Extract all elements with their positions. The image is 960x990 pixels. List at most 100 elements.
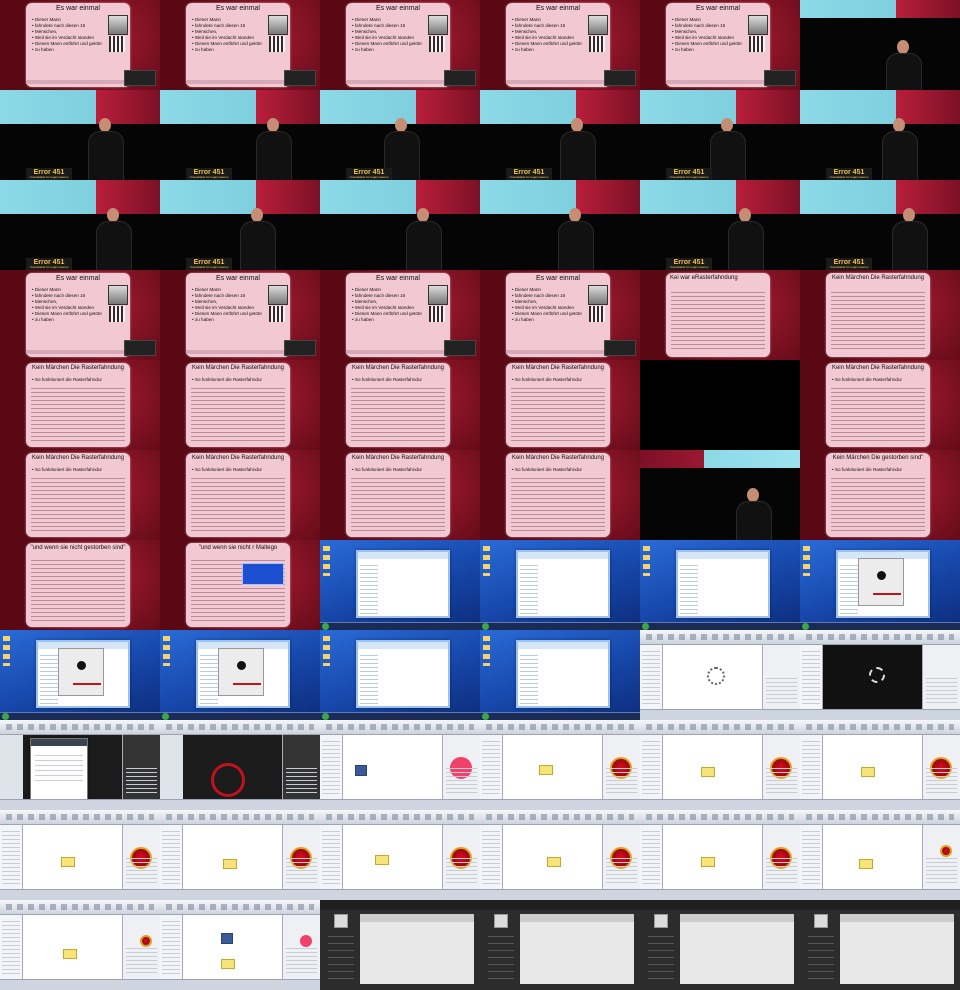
properties-panel [602,735,640,800]
thumbnail-slide-es-war-einmal[interactable]: Es war einmal Dieser Mann fahndete nach … [0,270,160,360]
thumbnail-maltego-graph[interactable] [800,720,960,810]
explorer-window [676,550,770,618]
thumbnail-maltego-graph[interactable] [640,810,800,900]
ribbon-toolbar [640,720,800,735]
desktop-icons [323,546,330,576]
thumbnail-stage-speaker[interactable]: Error 451 Unavailable for legal reasons [0,180,160,270]
thumbnail-slide-es-war-einmal[interactable]: Es war einmal Dieser Mann fahndete nach … [0,0,160,90]
thumbnail-stage-speaker[interactable] [800,0,960,90]
output-panel [640,709,800,720]
thumbnail-windows-desktop[interactable] [320,630,480,720]
thumbnail-stage-speaker[interactable]: Error 451 Unavailable for legal reasons [160,180,320,270]
thumbnail-slide-es-war-einmal[interactable]: Es war einmal Dieser Mann fahndete nach … [480,0,640,90]
thumbnail-slide-kein-maerchen[interactable]: Kein Märchen Die Rasterfahndung So funkt… [160,360,320,450]
thumbnail-slide-transition[interactable]: Kei war eRasterfahndung [640,270,800,360]
photo-grid [429,306,445,322]
slide-card: "und wenn sie nicht r Maltego [186,543,290,627]
thumbnail-profile-view[interactable] [640,900,800,990]
thumbnail-slide-kein-maerchen[interactable]: Kein Märchen Die Rasterfahndung [800,270,960,360]
thumbnail-windows-desktop[interactable] [800,540,960,630]
palette-panel [0,915,23,980]
thumbnail-maltego-popup[interactable] [0,720,160,810]
thumbnail-maltego-graph[interactable] [160,810,320,900]
thumbnail-stage-speaker[interactable]: Error 451 Unavailable for legal reasons [800,180,960,270]
bullet: zu haben [512,47,582,53]
thumbnail-maltego-graph[interactable] [0,900,160,990]
thumbnail-profile-view[interactable] [480,900,640,990]
slide-card: Es war einmal Dieser Mann fahndete nach … [506,3,610,87]
slide-title: Es war einmal [56,275,100,282]
output-panel [640,889,800,900]
bullet: zu haben [192,47,262,53]
graph-canvas [823,825,922,890]
slide-bullets: So funktioniert die Rasterfahndung [192,377,262,383]
thumbnail-slide-gestorben[interactable]: Kein Märchen Die gestorben sind" So funk… [800,450,960,540]
projection-screen [640,180,800,214]
thumbnail-windows-desktop[interactable] [320,540,480,630]
bullet: So funktioniert die Rasterfahndung [32,467,102,473]
palette-panel [800,825,823,890]
thumbnail-slide-kein-maerchen[interactable]: Kein Märchen Die Rasterfahndung So funkt… [0,360,160,450]
thumbnail-slide-kein-maerchen[interactable]: Kein Märchen Die Rasterfahndung So funkt… [480,450,640,540]
thumbnail-maltego-graph[interactable] [320,720,480,810]
properties-panel [122,825,160,890]
thumbnail-stage-speaker[interactable] [320,180,480,270]
thumbnail-maltego-graph[interactable] [640,720,800,810]
thumbnail-stage-speaker[interactable] [480,180,640,270]
thumbnail-slide-kein-maerchen[interactable]: Kein Märchen Die Rasterfahndung So funkt… [800,360,960,450]
thumbnail-slide-es-war-einmal[interactable]: Es war einmal Dieser Mann fahndete nach … [160,270,320,360]
entity-icon [375,855,389,865]
thumbnail-slide-es-war-einmal[interactable]: Es war einmal Dieser Mann fahndete nach … [160,0,320,90]
thumbnail-profile-view[interactable] [320,900,480,990]
thumbnail-windows-desktop[interactable] [640,540,800,630]
speaker-inset [604,70,636,86]
slide-text-block [191,475,285,531]
thumbnail-slide-kein-maerchen[interactable]: Kein Märchen Die Rasterfahndung So funkt… [480,360,640,450]
thumbnail-slide-es-war-einmal[interactable]: Es war einmal Dieser Mann fahndete nach … [640,0,800,90]
thumbnail-stage-speaker[interactable]: Error 451 Unavailable for legal reasons [640,90,800,180]
thumbnail-windows-desktop[interactable] [480,630,640,720]
thumbnail-maltego-graph[interactable] [480,720,640,810]
entity-preview-icon [300,935,312,947]
thumbnail-slide-kein-maerchen[interactable]: Kein Märchen Die Rasterfahndung So funkt… [0,450,160,540]
slide-card: Kein Märchen Die Rasterfahndung So funkt… [346,453,450,537]
thumbnail-slide-kein-maerchen[interactable]: Kein Märchen Die Rasterfahndung So funkt… [320,360,480,450]
slide-text-block [31,475,125,531]
thumbnail-stage-speaker[interactable]: Error 451 Unavailable for legal reasons [160,90,320,180]
thumbnail-maltego-graph[interactable] [800,810,960,900]
thumbnail-maltego-graph[interactable] [480,810,640,900]
thumbnail-slide-kein-maerchen[interactable]: Kein Märchen Die Rasterfahndung So funkt… [320,450,480,540]
thumbnail-maltego-graph[interactable] [160,900,320,990]
thumbnail-stage-speaker[interactable]: Error 451 Unavailable for legal reasons [320,90,480,180]
thumbnail-windows-desktop[interactable] [160,630,320,720]
thumbnail-windows-desktop[interactable] [0,630,160,720]
ribbon-toolbar [320,720,480,735]
thumbnail-stage-speaker[interactable]: Error 451 Unavailable for legal reasons [640,180,800,270]
thumbnail-slide-gestorben[interactable]: "und wenn sie nicht r Maltego [160,540,320,630]
thumbnail-stage-speaker[interactable] [640,450,800,540]
thumbnail-black[interactable] [640,360,800,450]
thumbnail-maltego-graph[interactable] [320,810,480,900]
thumbnail-stage-speaker[interactable]: Error 451 Unavailable for legal reasons [800,90,960,180]
thumbnail-slide-es-war-einmal[interactable]: Es war einmal Dieser Mann fahndete nach … [320,0,480,90]
slide-card: Kein Märchen Die Rasterfahndung So funkt… [506,363,610,447]
thumbnail-maltego-splash[interactable] [160,720,320,810]
thumbnail-slide-kein-maerchen[interactable]: Kein Märchen Die Rasterfahndung So funkt… [160,450,320,540]
entity-preview-icon [610,847,632,869]
thumbnail-slide-gestorben[interactable]: "und wenn sie nicht gestorben sind" [0,540,160,630]
speaker-inset [124,340,156,356]
thumbnail-stage-speaker[interactable]: Error 451 Unavailable for legal reasons [0,90,160,180]
graph-canvas [663,735,762,800]
avatar [814,914,828,928]
photo-grid [589,306,605,322]
thumbnail-windows-desktop[interactable] [480,540,640,630]
speaker [736,488,772,540]
thumbnail-slide-es-war-einmal[interactable]: Es war einmal Dieser Mann fahndete nach … [480,270,640,360]
thumbnail-maltego-graph[interactable] [0,810,160,900]
thumbnail-slide-es-war-einmal[interactable]: Es war einmal Dieser Mann fahndete nach … [320,270,480,360]
thumbnail-maltego-loading[interactable] [800,630,960,720]
thumbnail-profile-view[interactable] [800,900,960,990]
properties-panel [122,915,160,980]
thumbnail-stage-speaker[interactable]: Error 451 Unavailable for legal reasons [480,90,640,180]
thumbnail-maltego-loading[interactable] [640,630,800,720]
